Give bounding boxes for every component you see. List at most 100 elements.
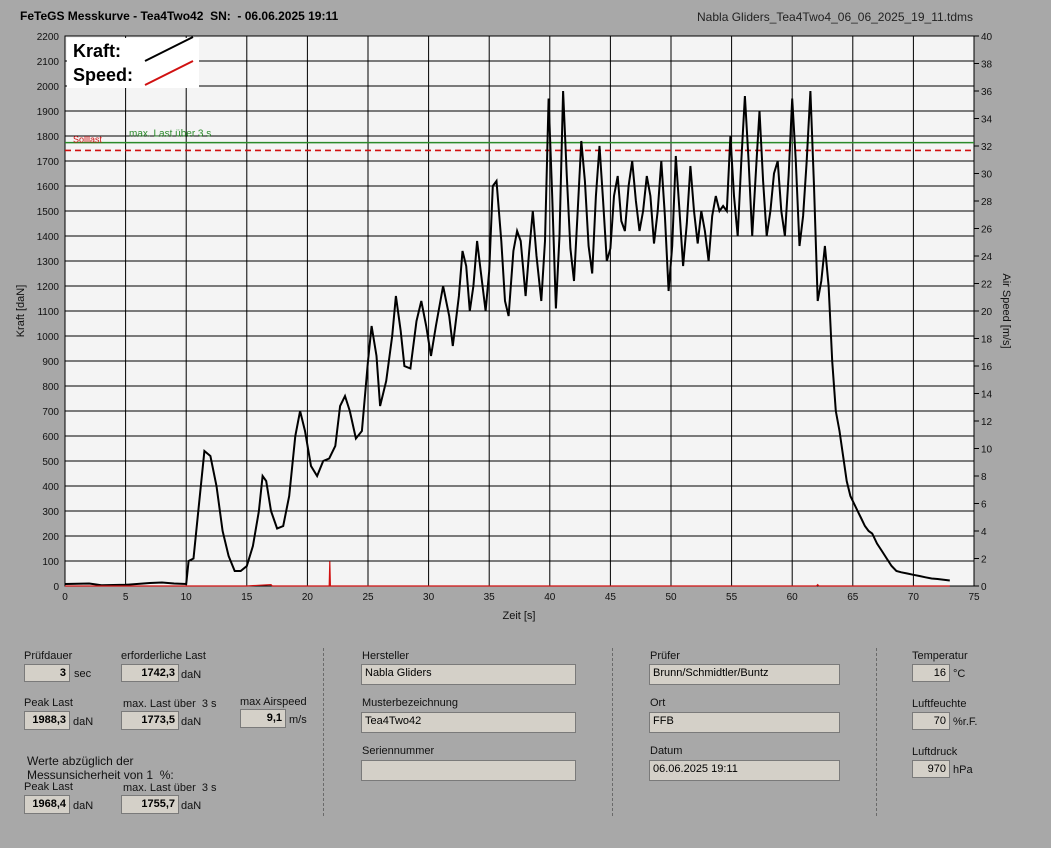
solllast-line-label: Solllast: [73, 134, 103, 144]
y2-tick-label: 2: [981, 555, 987, 566]
max-last-line-label: max. Last über 3 s: [129, 129, 211, 140]
muster-field[interactable]: Tea4Two42: [361, 712, 576, 733]
y2-tick-label: 26: [981, 225, 993, 236]
y2-tick-label: 30: [981, 170, 993, 181]
x-tick-label: 60: [787, 592, 799, 603]
x-tick-label: 30: [423, 592, 435, 603]
erf-last-value: 1742,3: [121, 664, 179, 682]
y2-axis-label: Air Speed [m/s]: [1000, 273, 1012, 348]
y2-axis: 0246810121416182022242628303234363840: [974, 32, 993, 593]
peak-last-2-value: 1968,4: [24, 795, 70, 814]
x-tick-label: 75: [968, 592, 980, 603]
x-tick-label: 5: [123, 592, 129, 603]
y2-tick-label: 14: [981, 390, 993, 401]
y-tick-label: 1700: [37, 157, 60, 168]
x-tick-label: 40: [544, 592, 556, 603]
y-tick-label: 1300: [37, 257, 60, 268]
max-last-2-value: 1755,7: [121, 795, 179, 814]
y-tick-label: 1400: [37, 232, 60, 243]
y-tick-label: 1800: [37, 132, 60, 143]
y2-tick-label: 40: [981, 32, 993, 43]
x-axis-label: Zeit [s]: [502, 610, 535, 622]
y2-tick-label: 10: [981, 445, 993, 456]
y2-tick-label: 28: [981, 197, 993, 208]
temp-value: 16: [912, 664, 950, 682]
ort-field[interactable]: FFB: [649, 712, 840, 733]
y2-tick-label: 6: [981, 500, 987, 511]
legend-kraft-label: Kraft:: [73, 41, 121, 61]
x-tick-label: 45: [605, 592, 617, 603]
peak-last-value: 1988,3: [24, 711, 70, 730]
y2-tick-label: 38: [981, 60, 993, 71]
peak-last-2-unit: daN: [73, 800, 94, 812]
pruefdauer-unit: sec: [74, 668, 92, 680]
separator: [876, 648, 878, 816]
separator: [323, 648, 325, 816]
y2-tick-label: 8: [981, 472, 987, 483]
y2-tick-label: 20: [981, 307, 993, 318]
erf-last-unit: daN: [181, 669, 202, 681]
x-tick-label: 35: [484, 592, 496, 603]
y-tick-label: 1500: [37, 207, 60, 218]
x-tick-label: 50: [665, 592, 677, 603]
x-tick-label: 25: [362, 592, 374, 603]
y-tick-label: 1600: [37, 182, 60, 193]
measurement-chart: 0 5 10 15 20 25 30 35 40 45 50 55 60 65 70 75 010020030…: [15, 32, 1012, 622]
legend-speed-label: Speed:: [73, 65, 133, 85]
y-tick-label: 300: [42, 507, 59, 518]
muster-label: Musterbezeichnung: [362, 697, 459, 709]
feuchte-label: Luftfeuchte: [912, 698, 967, 710]
separator: [612, 648, 614, 816]
max-last-value: 1773,5: [121, 711, 179, 730]
y-tick-label: 1900: [37, 107, 60, 118]
x-tick-label: 65: [847, 592, 859, 603]
y2-tick-label: 36: [981, 87, 993, 98]
temp-label: Temperatur: [912, 650, 968, 662]
erf-last-label: erforderliche Last: [121, 650, 206, 662]
y-tick-label: 2200: [37, 32, 60, 43]
y-tick-label: 2100: [37, 57, 60, 68]
x-tick-label: 55: [726, 592, 738, 603]
y-tick-label: 1000: [37, 332, 60, 343]
y-tick-label: 0: [53, 582, 59, 593]
werte-line-1: Werte abzüglich der: [27, 754, 134, 768]
pruefer-field[interactable]: Brunn/Schmidtler/Buntz: [649, 664, 840, 685]
druck-label: Luftdruck: [912, 746, 958, 758]
max-last-label: max. Last über 3 s: [123, 698, 217, 710]
x-axis: 0 5 10 15 20 25 30 35 40 45 50 55 60 65 70 75: [62, 592, 980, 603]
x-tick-label: 0: [62, 592, 68, 603]
max-last-2-label: max. Last über 3 s: [123, 782, 217, 794]
y-axis: 0 100 200 300 400 500 600 700 800 900 1000 1100 1200…: [37, 32, 60, 593]
pruefer-label: Prüfer: [650, 650, 680, 662]
max-last-2-unit: daN: [181, 800, 202, 812]
peak-last-label: Peak Last: [24, 697, 73, 709]
y2-tick-label: 12: [981, 417, 993, 428]
y2-tick-label: 34: [981, 115, 993, 126]
feuchte-value: 70: [912, 712, 950, 730]
serien-label: Seriennummer: [362, 745, 435, 757]
ort-label: Ort: [650, 697, 666, 709]
y-tick-label: 200: [42, 532, 59, 543]
y-tick-label: 700: [42, 407, 59, 418]
x-tick-label: 70: [908, 592, 920, 603]
serien-field[interactable]: [361, 760, 576, 781]
druck-value: 970: [912, 760, 950, 778]
y-tick-label: 800: [42, 382, 59, 393]
peak-last-unit: daN: [73, 716, 94, 728]
temp-unit: °C: [953, 668, 966, 680]
y-tick-label: 500: [42, 457, 59, 468]
datum-field[interactable]: 06.06.2025 19:11: [649, 760, 840, 781]
peak-last-2-label: Peak Last: [24, 781, 73, 793]
y2-tick-label: 0: [981, 582, 987, 593]
y-tick-label: 2000: [37, 82, 60, 93]
y2-tick-label: 18: [981, 335, 993, 346]
pruefdauer-label: Prüfdauer: [24, 650, 73, 662]
max-airspeed-value: 9,1: [240, 709, 286, 728]
hersteller-field[interactable]: Nabla Gliders: [361, 664, 576, 685]
max-airspeed-unit: m/s: [289, 714, 307, 726]
pruefdauer-value: 3: [24, 664, 70, 682]
hersteller-label: Hersteller: [362, 650, 410, 662]
werte-line-2: Messunsicherheit von 1 %:: [27, 768, 174, 782]
druck-unit: hPa: [953, 764, 973, 776]
y-tick-label: 100: [42, 557, 59, 568]
